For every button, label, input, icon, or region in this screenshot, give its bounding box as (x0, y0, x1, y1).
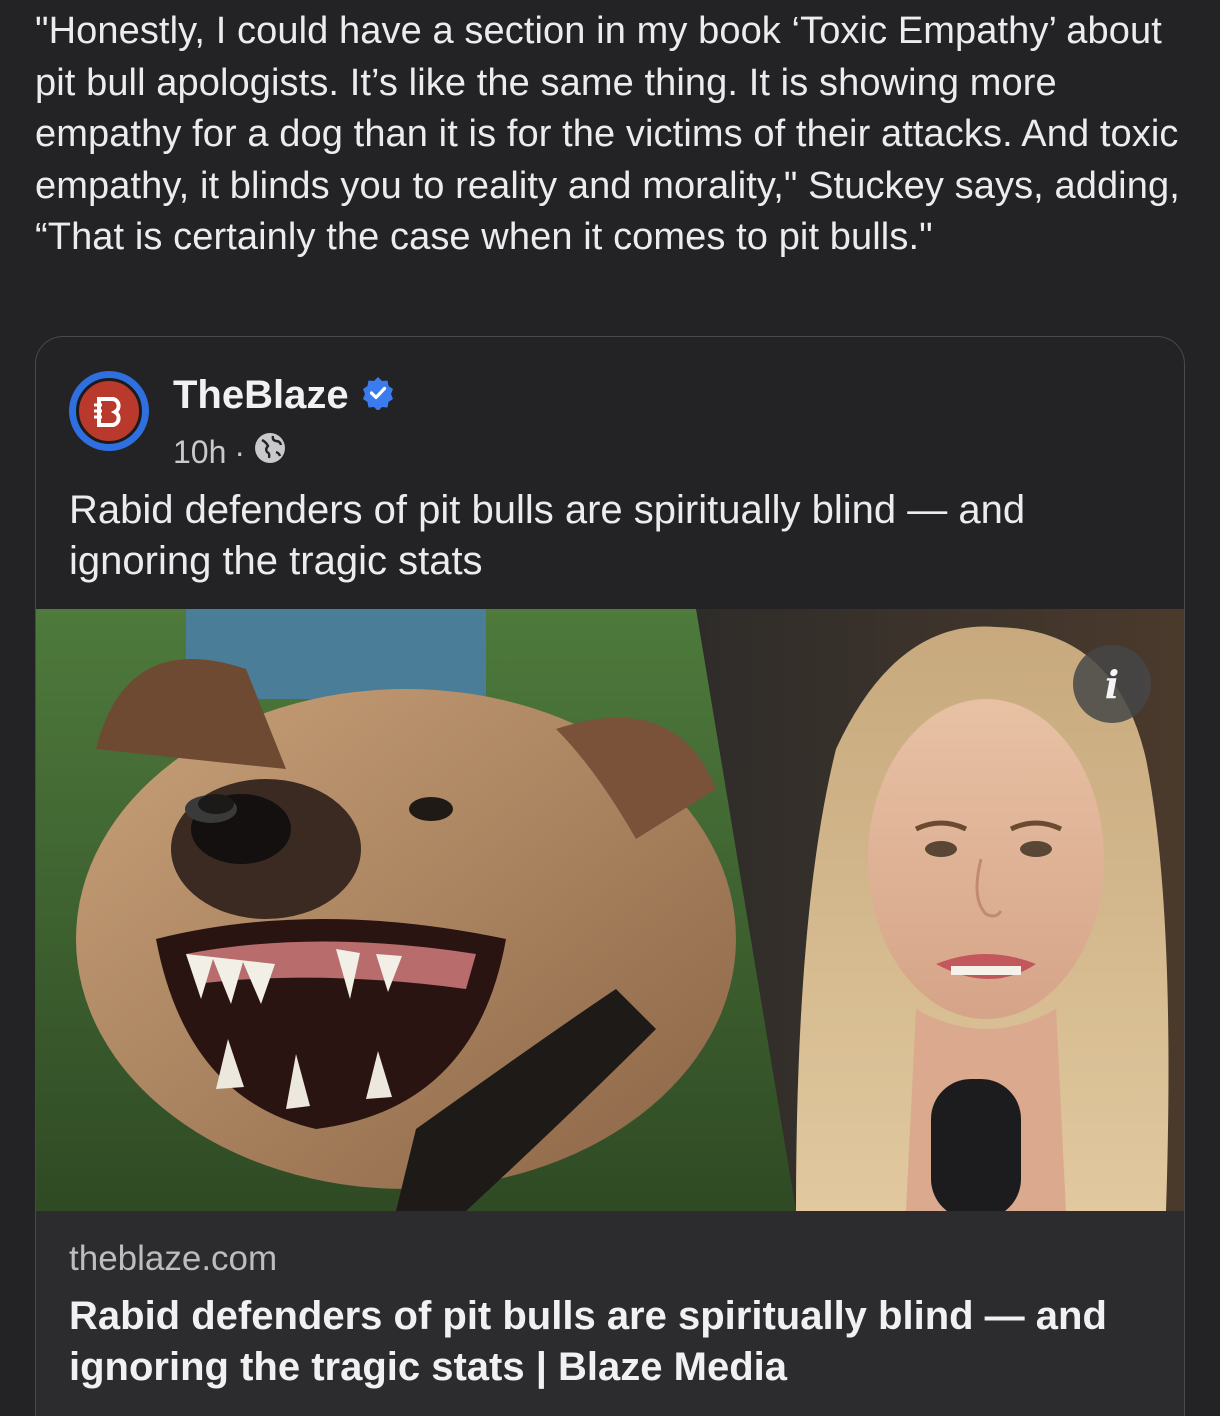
post-image[interactable]: i (36, 609, 1184, 1211)
post-header: TheBlaze 10h · Rabid defenders of pit bu… (36, 337, 1184, 609)
post-time[interactable]: 10h (173, 434, 226, 471)
verified-badge-icon (361, 376, 395, 415)
post-image-illustration (36, 609, 1184, 1211)
author-name[interactable]: TheBlaze (173, 373, 349, 418)
link-domain: theblaze.com (69, 1239, 278, 1278)
post-text: Rabid defenders of pit bulls are spiritu… (69, 488, 1026, 583)
post-meta: 10h · (173, 431, 287, 473)
info-button[interactable]: i (1073, 645, 1151, 723)
quote-text: "Honestly, I could have a section in my … (35, 10, 1180, 258)
link-title[interactable]: Rabid defenders of pit bulls are spiritu… (69, 1291, 1159, 1393)
globe-icon (253, 431, 287, 473)
link-preview[interactable]: theblaze.com Rabid defenders of pit bull… (36, 1211, 1184, 1416)
theblaze-logo-icon (76, 378, 142, 444)
meta-separator: · (234, 433, 246, 470)
avatar[interactable] (69, 371, 149, 451)
shared-post-card[interactable]: TheBlaze 10h · Rabid defenders of pit bu… (35, 336, 1185, 1416)
author-row: TheBlaze (173, 373, 395, 418)
